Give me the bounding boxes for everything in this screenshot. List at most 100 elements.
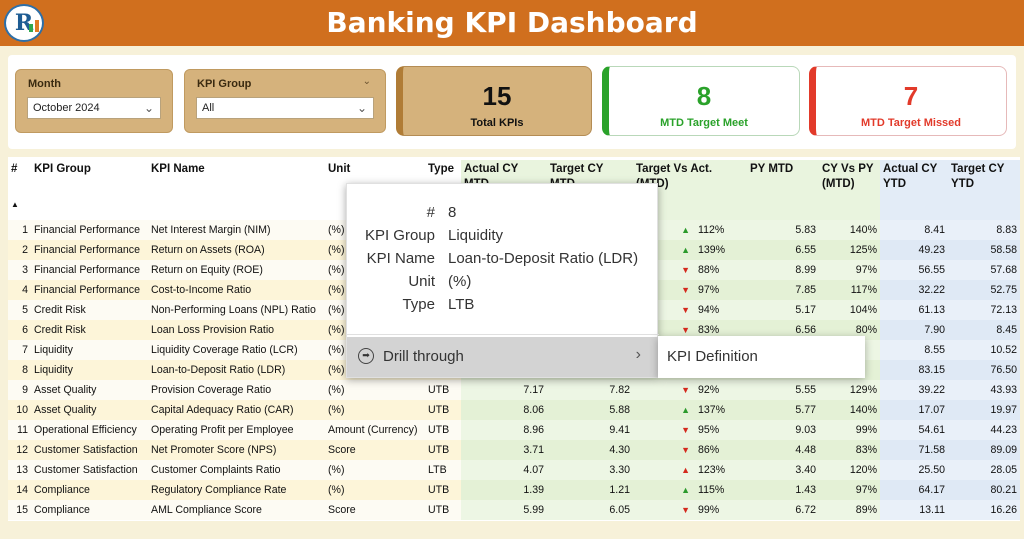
target-vs-act-cell: 86%: [695, 440, 747, 460]
target-cy-ytd-cell: 57.68: [948, 260, 1020, 280]
row-index: 3: [8, 260, 31, 280]
kpi-group-cell: Operational Efficiency: [31, 420, 148, 440]
tooltip-divider: [347, 334, 659, 335]
table-row[interactable]: 11 Operational Efficiency Operating Profit…: [8, 420, 1020, 440]
cy-vs-py-cell: 120%: [819, 460, 880, 480]
actual-cy-mtd-cell: 1.39: [461, 480, 547, 500]
target-cy-ytd-cell: 76.50: [948, 360, 1020, 380]
py-mtd-cell: 5.17: [747, 300, 819, 320]
column-header-cy-vs-py[interactable]: CY Vs PY (MTD): [819, 160, 880, 220]
py-mtd-cell: 5.55: [747, 380, 819, 400]
row-index: 5: [8, 300, 31, 320]
py-mtd-cell: 3.40: [747, 460, 819, 480]
tooltip-value: Loan-to-Deposit Ratio (LDR): [448, 250, 639, 267]
target-meet-label: MTD Target Meet: [660, 117, 748, 129]
target-cy-mtd-cell: 1.21: [547, 480, 633, 500]
column-header-target-cy-ytd[interactable]: Target CY YTD: [948, 160, 1020, 220]
kpi-group-cell: Credit Risk: [31, 300, 148, 320]
sort-asc-icon[interactable]: ▲: [11, 197, 28, 212]
target-cy-mtd-cell: 3.30: [547, 460, 633, 480]
arrow-down-icon: ▼: [681, 325, 690, 335]
tooltip-field: KPI Group Liquidity: [347, 227, 659, 249]
target-cy-ytd-cell: 16.26: [948, 500, 1020, 520]
kpi-group-slicer: KPI Group ⌄ All ⌄: [184, 69, 386, 133]
column-header-kpi-group[interactable]: KPI Group: [31, 160, 148, 220]
chevron-down-icon[interactable]: ⌄: [363, 76, 371, 87]
column-header-actual-cy-ytd[interactable]: Actual CY YTD: [880, 160, 948, 220]
py-mtd-cell: 5.83: [747, 220, 819, 240]
unit-cell: Amount (Currency): [325, 420, 425, 440]
status-arrow-icon: ▼: [633, 380, 695, 400]
column-header-py-mtd[interactable]: PY MTD: [747, 160, 819, 220]
actual-cy-mtd-cell: 5.99: [461, 500, 547, 520]
row-index: 2: [8, 240, 31, 260]
drill-through-menu-item[interactable]: ➡ Drill through ›: [347, 337, 659, 377]
month-dropdown[interactable]: October 2024 ⌄: [27, 97, 161, 119]
column-header-kpi-name[interactable]: KPI Name: [148, 160, 325, 220]
cy-vs-py-cell: 129%: [819, 380, 880, 400]
kpi-name-cell: AML Compliance Score: [148, 500, 325, 520]
target-missed-card: 7 MTD Target Missed: [809, 66, 1007, 136]
table-row[interactable]: 9 Asset Quality Provision Coverage Ratio (%…: [8, 380, 1020, 400]
row-index: 7: [8, 340, 31, 360]
tooltip-field: KPI Name Loan-to-Deposit Ratio (LDR): [347, 250, 659, 272]
target-vs-act-cell: 123%: [695, 460, 747, 480]
page-title: Banking KPI Dashboard: [326, 6, 698, 39]
kpi-name-cell: Liquidity Coverage Ratio (LCR): [148, 340, 325, 360]
kpi-group-dropdown[interactable]: All ⌄: [196, 97, 374, 119]
table-row[interactable]: 14 Compliance Regulatory Compliance Rate (%…: [8, 480, 1020, 500]
type-cell: UTB: [425, 440, 461, 460]
table-row[interactable]: 15 Compliance AML Compliance Score Score UTB…: [8, 500, 1020, 520]
kpi-group-cell: Asset Quality: [31, 400, 148, 420]
target-vs-act-cell: 97%: [695, 280, 747, 300]
row-index: 11: [8, 420, 31, 440]
cy-vs-py-cell: 125%: [819, 240, 880, 260]
kpi-name-cell: Loan-to-Deposit Ratio (LDR): [148, 360, 325, 380]
py-mtd-cell: 7.85: [747, 280, 819, 300]
total-kpis-label: Total KPIs: [470, 117, 524, 129]
month-slicer: Month October 2024 ⌄: [15, 69, 173, 133]
target-vs-act-cell: 99%: [695, 500, 747, 520]
kpi-group-cell: Customer Satisfaction: [31, 460, 148, 480]
type-cell: UTB: [425, 420, 461, 440]
row-index: 8: [8, 360, 31, 380]
target-meet-card: 8 MTD Target Meet: [602, 66, 800, 136]
table-row[interactable]: 13 Customer Satisfaction Customer Complain…: [8, 460, 1020, 480]
kpi-name-cell: Loan Loss Provision Ratio: [148, 320, 325, 340]
target-cy-ytd-cell: 43.93: [948, 380, 1020, 400]
tooltip-key: KPI Name: [366, 250, 435, 267]
actual-cy-ytd-cell: 8.41: [880, 220, 948, 240]
arrow-down-icon: ▼: [681, 445, 690, 455]
row-index: 6: [8, 320, 31, 340]
tooltip-value: 8: [448, 204, 457, 221]
actual-cy-mtd-cell: 8.96: [461, 420, 547, 440]
table-row[interactable]: 10 Asset Quality Capital Adequacy Ratio (C…: [8, 400, 1020, 420]
target-vs-act-cell: 92%: [695, 380, 747, 400]
kpi-definition-menu-item[interactable]: KPI Definition: [658, 336, 865, 378]
chevron-right-icon: ›: [635, 346, 641, 363]
cy-vs-py-cell: 99%: [819, 420, 880, 440]
column-header-index[interactable]: # ▲: [8, 160, 31, 220]
actual-cy-ytd-cell: 54.61: [880, 420, 948, 440]
kpi-name-cell: Return on Assets (ROA): [148, 240, 325, 260]
actual-cy-ytd-cell: 49.23: [880, 240, 948, 260]
py-mtd-cell: 4.48: [747, 440, 819, 460]
target-missed-label: MTD Target Missed: [860, 117, 962, 129]
dashboard-header: R Banking KPI Dashboard: [0, 0, 1024, 46]
row-index: 12: [8, 440, 31, 460]
table-row[interactable]: 12 Customer Satisfaction Net Promoter Scor…: [8, 440, 1020, 460]
status-arrow-icon: ▲: [633, 460, 695, 480]
status-arrow-icon: ▲: [633, 480, 695, 500]
kpi-group-cell: Liquidity: [31, 360, 148, 380]
cy-vs-py-cell: 117%: [819, 280, 880, 300]
cy-vs-py-cell: 83%: [819, 440, 880, 460]
tooltip-value: Liquidity: [448, 227, 504, 244]
kpi-name-cell: Net Interest Margin (NIM): [148, 220, 325, 240]
row-index: 4: [8, 280, 31, 300]
actual-cy-mtd-cell: 4.07: [461, 460, 547, 480]
actual-cy-ytd-cell: 64.17: [880, 480, 948, 500]
kpi-name-cell: Regulatory Compliance Rate: [148, 480, 325, 500]
month-slicer-label: Month: [28, 78, 61, 90]
target-cy-mtd-cell: 9.41: [547, 420, 633, 440]
target-cy-ytd-cell: 8.83: [948, 220, 1020, 240]
